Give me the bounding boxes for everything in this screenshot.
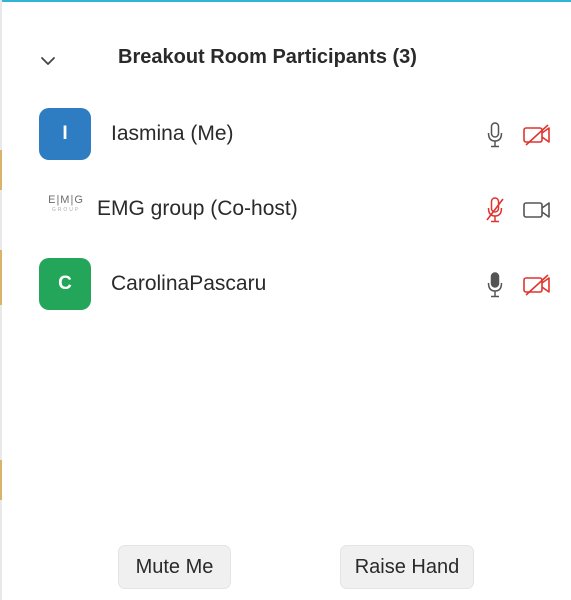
participant-name: CarolinaPascaru — [111, 272, 267, 295]
avatar-initial: I — [62, 123, 68, 144]
mute-me-button[interactable]: Mute Me — [118, 545, 231, 589]
video-off-icon[interactable] — [522, 121, 552, 149]
microphone-filled-icon[interactable] — [480, 271, 510, 299]
participant-list: I Iasmina (Me) E|M|G GROUP EMG group (Co… — [6, 97, 571, 322]
video-off-icon[interactable] — [522, 271, 552, 299]
panel-title: Breakout Room Participants (3) — [118, 46, 417, 68]
avatar: C — [39, 258, 91, 310]
panel-header: Breakout Room Participants (3) — [6, 38, 571, 82]
avatar-initial: C — [58, 273, 72, 294]
participant-name: EMG group (Co-host) — [97, 197, 298, 220]
collapse-button[interactable] — [36, 50, 60, 74]
raise-hand-button[interactable]: Raise Hand — [340, 545, 474, 589]
microphone-muted-icon[interactable] — [480, 196, 510, 224]
emg-group-logo: E|M|G GROUP — [30, 194, 102, 224]
microphone-outline-icon[interactable] — [480, 121, 510, 149]
video-camera-icon[interactable] — [522, 196, 552, 224]
window-left-edge — [0, 0, 2, 600]
breakout-participants-panel: Breakout Room Participants (3) I Iasmina… — [6, 2, 571, 600]
logo-subtext: GROUP — [51, 207, 81, 213]
participant-row-emg-group[interactable]: E|M|G GROUP EMG group (Co-host) — [6, 172, 571, 247]
participant-row-iasmina[interactable]: I Iasmina (Me) — [6, 97, 571, 172]
avatar: I — [39, 108, 91, 160]
logo-text: E|M|G — [48, 194, 84, 206]
panel-footer: Mute Me Raise Hand — [6, 545, 571, 589]
participant-row-carolina[interactable]: C CarolinaPascaru — [6, 247, 571, 322]
participant-name: Iasmina (Me) — [111, 122, 234, 145]
chevron-down-icon — [40, 53, 56, 71]
